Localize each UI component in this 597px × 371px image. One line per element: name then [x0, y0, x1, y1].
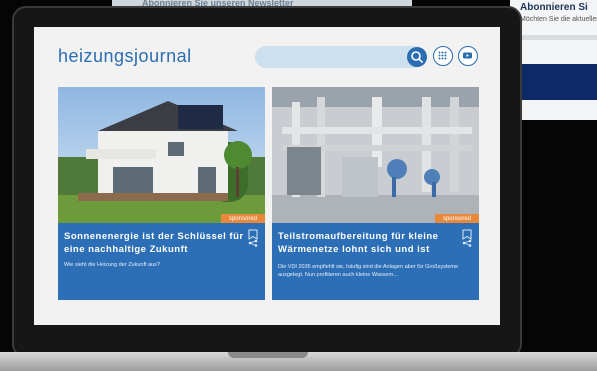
article-card-water[interactable]: sponsored Teilstromaufbereitung für klei… [272, 87, 479, 300]
youtube-icon [463, 52, 472, 59]
youtube-button[interactable] [458, 46, 478, 66]
bookmark-share-icon[interactable] [247, 229, 259, 247]
plant-room-image [272, 87, 479, 223]
bookmark-share-icon[interactable] [461, 229, 473, 247]
article-image-plant-room[interactable] [272, 87, 479, 223]
site-logo[interactable]: heizungsjournal [58, 46, 192, 67]
article-image-house[interactable] [58, 87, 265, 223]
search-button[interactable] [407, 47, 427, 67]
grid-menu-button[interactable] [433, 46, 453, 66]
background-newsletter-page: Abonnieren Si Möchten Sie die aktuellen [510, 0, 597, 120]
article-card-body[interactable]: Sonnenenergie ist der Schlüssel für eine… [58, 223, 265, 300]
house-solar-image [58, 87, 265, 223]
laptop-notch [228, 352, 308, 358]
side-page-title: Abonnieren Si [520, 2, 588, 13]
article-card-solar[interactable]: sponsored Sonnenenergie ist der Schlüsse… [58, 87, 265, 300]
side-page-text: Möchten Sie die aktuellen [520, 16, 597, 23]
laptop-screen: heizungsjournal sponsored Sonnenenergie … [34, 27, 500, 325]
article-title[interactable]: Teilstromaufbereitung für kleine Wärmene… [278, 230, 458, 256]
article-card-body[interactable]: Teilstromaufbereitung für kleine Wärmene… [272, 223, 479, 300]
side-page-field [522, 35, 597, 40]
search-icon [411, 51, 423, 63]
article-teaser: Wie sieht die Heizung der Zukunft aus? [64, 262, 160, 268]
article-title[interactable]: Sonnenenergie ist der Schlüssel für eine… [64, 230, 244, 256]
grid-icon [438, 51, 447, 60]
search-input[interactable] [255, 46, 425, 68]
side-page-banner [520, 64, 597, 100]
article-teaser: Die VDI 2035 empfiehlt sie, häufig sind … [278, 264, 459, 278]
